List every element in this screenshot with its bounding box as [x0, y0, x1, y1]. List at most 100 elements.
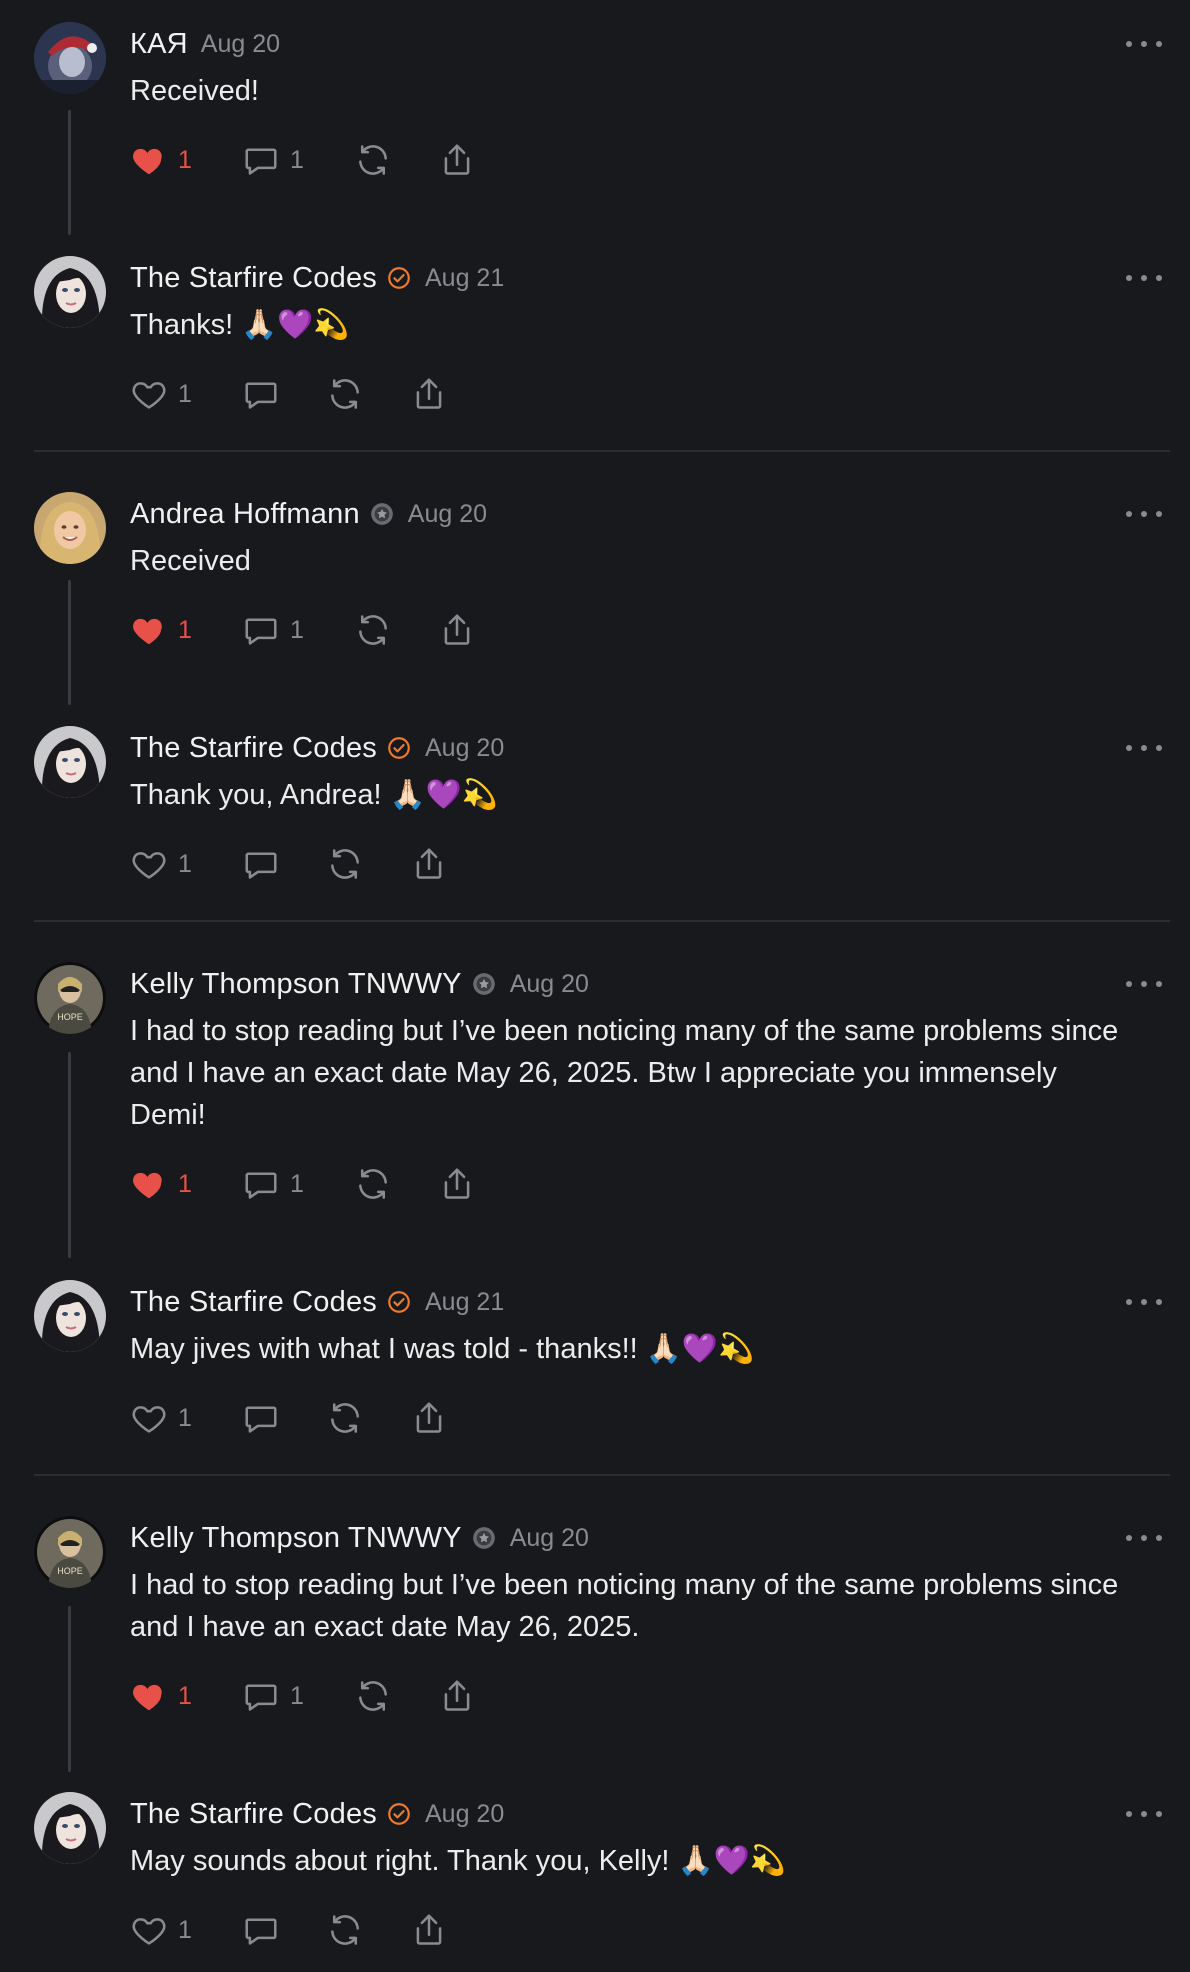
comment-date[interactable]: Aug 20	[425, 1800, 504, 1829]
comment-actions: 11	[130, 1162, 476, 1206]
comment-date[interactable]: Aug 21	[425, 264, 504, 293]
thread-divider	[34, 1474, 1170, 1476]
reply-button[interactable]	[242, 372, 326, 416]
reply-button[interactable]: 1	[242, 1162, 354, 1206]
like-button[interactable]: 1	[130, 1162, 242, 1206]
avatar-kelly[interactable]: HOPE	[34, 962, 106, 1034]
more-options-icon[interactable]	[1126, 30, 1162, 58]
like-button[interactable]: 1	[130, 608, 242, 652]
avatar-starfire[interactable]	[34, 256, 106, 328]
comment-header: The Starfire Codes Aug 20	[130, 726, 504, 770]
reply-button[interactable]: 1	[242, 138, 354, 182]
share-button[interactable]	[410, 1396, 448, 1440]
author-name[interactable]: Kelly Thompson TNWWY	[130, 1522, 462, 1555]
avatar-kelly[interactable]: HOPE	[34, 1516, 106, 1588]
more-options-icon[interactable]	[1126, 970, 1162, 998]
restack-button[interactable]	[354, 1162, 438, 1206]
like-count: 1	[178, 379, 192, 408]
avatar-kaya[interactable]	[34, 22, 106, 94]
comment-actions: 1	[130, 842, 448, 886]
subscriber-star-icon	[471, 1525, 497, 1551]
share-button[interactable]	[438, 138, 476, 182]
comment-date[interactable]: Aug 20	[408, 500, 487, 529]
more-options-icon[interactable]	[1126, 500, 1162, 528]
more-options-icon[interactable]	[1126, 1800, 1162, 1828]
like-button[interactable]: 1	[130, 1396, 242, 1440]
reply-button[interactable]	[242, 1908, 326, 1952]
thread-divider	[34, 450, 1170, 452]
author-name[interactable]: Andrea Hoffmann	[130, 498, 360, 531]
author-name[interactable]: КАЯ	[130, 28, 188, 61]
like-button[interactable]: 1	[130, 372, 242, 416]
like-count: 1	[178, 1403, 192, 1432]
restack-button[interactable]	[354, 1674, 438, 1718]
comment-date[interactable]: Aug 20	[510, 1524, 589, 1553]
comment-date[interactable]: Aug 20	[510, 970, 589, 999]
comment-icon	[242, 141, 280, 179]
restack-button[interactable]	[354, 608, 438, 652]
reply-button[interactable]: 1	[242, 608, 354, 652]
comment-icon	[242, 1677, 280, 1715]
like-count: 1	[178, 1169, 192, 1198]
like-button[interactable]: 1	[130, 138, 242, 182]
restack-button[interactable]	[326, 842, 410, 886]
thread-line	[68, 1052, 71, 1258]
comment-actions: 1	[130, 372, 448, 416]
verified-check-icon	[386, 265, 412, 291]
comment-header: The Starfire Codes Aug 21	[130, 1280, 504, 1324]
share-icon	[410, 845, 448, 883]
reply-count: 1	[290, 615, 304, 644]
comment-header: The Starfire Codes Aug 20	[130, 1792, 504, 1836]
author-name[interactable]: The Starfire Codes	[130, 1798, 377, 1831]
thread-line	[68, 580, 71, 705]
restack-button[interactable]	[326, 1396, 410, 1440]
avatar-andrea[interactable]	[34, 492, 106, 564]
author-name[interactable]: Kelly Thompson TNWWY	[130, 968, 462, 1001]
restack-icon	[354, 1677, 392, 1715]
thread-line	[68, 1606, 71, 1772]
more-options-icon[interactable]	[1126, 1288, 1162, 1316]
author-name[interactable]: The Starfire Codes	[130, 1286, 377, 1319]
author-name[interactable]: The Starfire Codes	[130, 732, 377, 765]
share-button[interactable]	[438, 1674, 476, 1718]
like-button[interactable]: 1	[130, 842, 242, 886]
share-icon	[410, 1399, 448, 1437]
share-icon	[438, 611, 476, 649]
restack-button[interactable]	[354, 138, 438, 182]
share-button[interactable]	[410, 1908, 448, 1952]
reply-button[interactable]: 1	[242, 1674, 354, 1718]
comment-actions: 11	[130, 138, 476, 182]
comment-icon	[242, 375, 280, 413]
heart-filled-icon	[130, 1165, 168, 1203]
comment-text: I had to stop reading but I’ve been noti…	[130, 1015, 1119, 1131]
reply-button[interactable]	[242, 1396, 326, 1440]
more-options-icon[interactable]	[1126, 734, 1162, 762]
more-options-icon[interactable]	[1126, 264, 1162, 292]
verified-check-icon	[386, 1801, 412, 1827]
like-count: 1	[178, 1915, 192, 1944]
restack-button[interactable]	[326, 1908, 410, 1952]
comment-date[interactable]: Aug 21	[425, 1288, 504, 1317]
share-button[interactable]	[410, 372, 448, 416]
more-options-icon[interactable]	[1126, 1524, 1162, 1552]
share-button[interactable]	[438, 608, 476, 652]
thread-line	[68, 110, 71, 235]
share-button[interactable]	[410, 842, 448, 886]
author-name[interactable]: The Starfire Codes	[130, 262, 377, 295]
comment-header: Kelly Thompson TNWWY Aug 20	[130, 962, 589, 1006]
like-button[interactable]: 1	[130, 1674, 242, 1718]
share-button[interactable]	[438, 1162, 476, 1206]
comment-date[interactable]: Aug 20	[425, 734, 504, 763]
like-button[interactable]: 1	[130, 1908, 242, 1952]
reply-button[interactable]	[242, 842, 326, 886]
subscriber-star-icon	[471, 971, 497, 997]
avatar-starfire[interactable]	[34, 1792, 106, 1864]
share-icon	[438, 1165, 476, 1203]
comment-date[interactable]: Aug 20	[201, 30, 280, 59]
restack-button[interactable]	[326, 372, 410, 416]
heart-icon	[130, 1911, 168, 1949]
avatar-starfire[interactable]	[34, 1280, 106, 1352]
comment-text: I had to stop reading but I’ve been noti…	[130, 1569, 1119, 1643]
avatar-starfire[interactable]	[34, 726, 106, 798]
comment-text: May sounds about right. Thank you, Kelly…	[130, 1845, 786, 1877]
